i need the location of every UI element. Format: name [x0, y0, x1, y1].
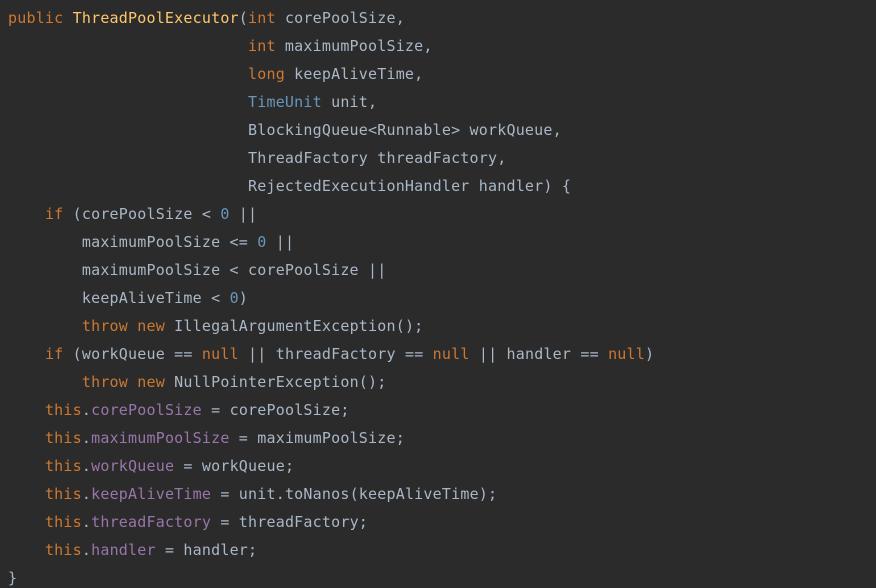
code-line: if (workQueue == null || threadFactory =…: [8, 345, 654, 363]
keyword-if: if: [45, 345, 63, 363]
code-line: keepAliveTime < 0): [8, 289, 248, 307]
code-line: if (corePoolSize < 0 ||: [8, 205, 257, 223]
keyword-this: this: [45, 541, 82, 559]
code-line: this.corePoolSize = corePoolSize;: [8, 401, 350, 419]
field-name: handler: [91, 541, 156, 559]
field-name: maximumPoolSize: [91, 429, 229, 447]
field-name: keepAliveTime: [91, 485, 211, 503]
code-line: this.workQueue = workQueue;: [8, 457, 294, 475]
code-line: }: [8, 569, 17, 587]
keyword-int: int: [248, 9, 276, 27]
keyword-this: this: [45, 513, 82, 531]
keyword-this: this: [45, 429, 82, 447]
field-name: threadFactory: [91, 513, 211, 531]
code-line: RejectedExecutionHandler handler) {: [8, 177, 571, 195]
keyword-null: null: [202, 345, 239, 363]
code-line: this.keepAliveTime = unit.toNanos(keepAl…: [8, 485, 497, 503]
code-line: this.maximumPoolSize = maximumPoolSize;: [8, 429, 405, 447]
code-line: throw new NullPointerException();: [8, 373, 387, 391]
code-line: int maximumPoolSize,: [8, 37, 433, 55]
number-literal: 0: [230, 289, 239, 307]
keyword-this: this: [45, 401, 82, 419]
keyword-if: if: [45, 205, 63, 223]
code-line: ThreadFactory threadFactory,: [8, 149, 506, 167]
code-line: long keepAliveTime,: [8, 65, 423, 83]
code-line: this.threadFactory = threadFactory;: [8, 513, 368, 531]
keyword-throw: throw: [82, 373, 128, 391]
keyword-throw: throw: [82, 317, 128, 335]
keyword-this: this: [45, 485, 82, 503]
code-line: public ThreadPoolExecutor(int corePoolSi…: [8, 9, 405, 27]
constructor-name: ThreadPoolExecutor: [73, 9, 239, 27]
keyword-this: this: [45, 457, 82, 475]
code-line: maximumPoolSize <= 0 ||: [8, 233, 294, 251]
keyword-null: null: [608, 345, 645, 363]
keyword-null: null: [433, 345, 470, 363]
type-timeunit: TimeUnit: [248, 93, 322, 111]
code-line: TimeUnit unit,: [8, 93, 377, 111]
code-line: BlockingQueue<Runnable> workQueue,: [8, 121, 562, 139]
field-name: workQueue: [91, 457, 174, 475]
keyword-new: new: [137, 317, 165, 335]
code-line: this.handler = handler;: [8, 541, 257, 559]
keyword-new: new: [137, 373, 165, 391]
field-name: corePoolSize: [91, 401, 202, 419]
keyword-int: int: [248, 37, 276, 55]
code-line: throw new IllegalArgumentException();: [8, 317, 423, 335]
code-editor-content[interactable]: public ThreadPoolExecutor(int corePoolSi…: [0, 0, 876, 588]
number-literal: 0: [220, 205, 229, 223]
code-line: maximumPoolSize < corePoolSize ||: [8, 261, 386, 279]
keyword-long: long: [248, 65, 285, 83]
keyword-public: public: [8, 9, 63, 27]
